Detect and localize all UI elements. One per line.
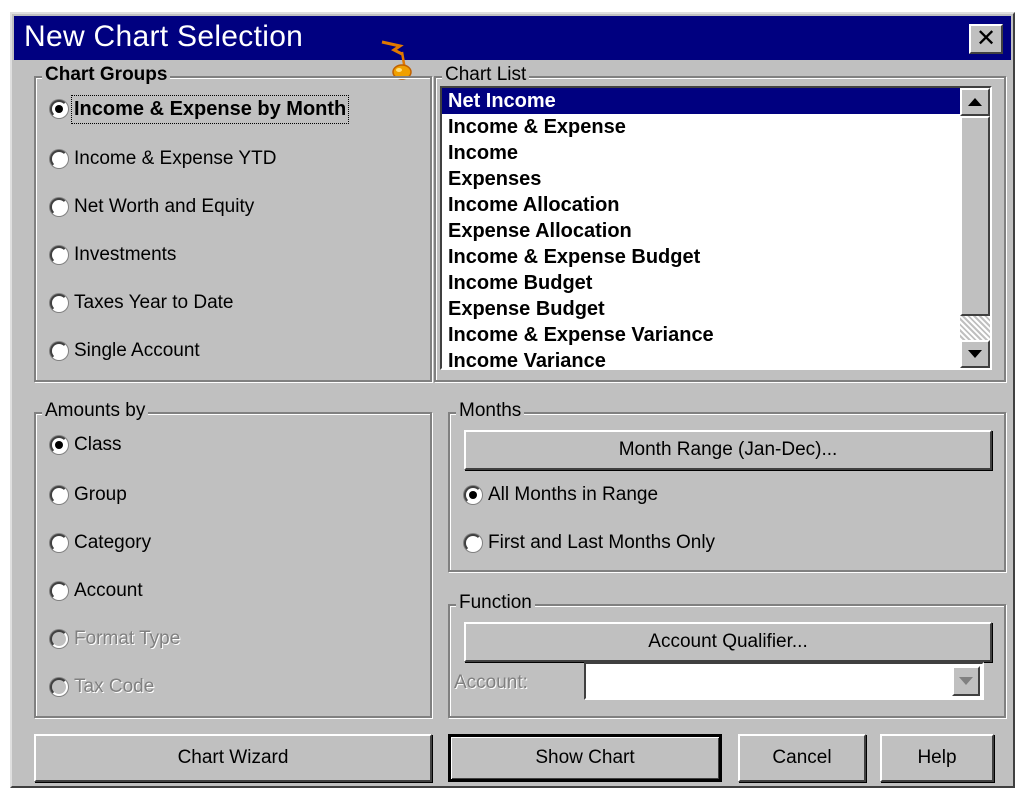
chart-groups-group: Chart Groups Income & Expense by Month I… [34, 64, 432, 382]
radio-net-worth-equity[interactable]: Net Worth and Equity [50, 192, 254, 222]
music-note-icon [381, 40, 412, 80]
scroll-track[interactable] [960, 316, 990, 340]
radio-label: Format Type [74, 628, 181, 649]
radio-label: Class [74, 434, 122, 455]
account-label: Account: [454, 672, 528, 693]
arrow-down-icon [968, 350, 982, 358]
radio-label: First and Last Months Only [488, 532, 716, 553]
account-combobox [584, 662, 984, 700]
radio-all-months-in-range[interactable]: All Months in Range [464, 480, 658, 510]
radio-income-expense-by-month[interactable]: Income & Expense by Month [50, 94, 350, 124]
list-scrollbar[interactable] [960, 88, 990, 368]
months-legend: Months [456, 400, 525, 422]
list-item[interactable]: Income Variance [442, 348, 990, 368]
list-item[interactable]: Expense Allocation [442, 218, 990, 244]
list-item[interactable]: Income & Expense Variance [442, 322, 990, 348]
radio-first-last-months[interactable]: First and Last Months Only [464, 528, 715, 558]
help-button[interactable]: Help [880, 734, 994, 782]
radio-icon [50, 198, 68, 216]
radio-account[interactable]: Account [50, 576, 143, 606]
radio-label: Account [74, 580, 143, 601]
radio-icon [50, 342, 68, 360]
list-item[interactable]: Income Allocation [442, 192, 990, 218]
radio-label: Tax Code [74, 676, 155, 697]
radio-icon [50, 534, 68, 552]
radio-label: Investments [74, 244, 177, 265]
radio-category[interactable]: Category [50, 528, 151, 558]
radio-single-account[interactable]: Single Account [50, 336, 200, 366]
chart-list-legend: Chart List [442, 64, 530, 86]
list-item[interactable]: Income [442, 140, 990, 166]
list-item[interactable]: Income & Expense Budget [442, 244, 990, 270]
window-title: New Chart Selection [24, 20, 304, 53]
radio-label: All Months in Range [488, 484, 659, 505]
show-chart-button[interactable]: Show Chart [448, 734, 722, 782]
radio-icon [464, 534, 482, 552]
list-item[interactable]: Income Budget [442, 270, 990, 296]
list-item[interactable]: Expenses [442, 166, 990, 192]
radio-icon [50, 486, 68, 504]
chevron-down-icon [959, 677, 973, 685]
radio-icon [50, 582, 68, 600]
radio-income-expense-ytd[interactable]: Income & Expense YTD [50, 144, 276, 174]
month-range-button[interactable]: Month Range (Jan-Dec)... [464, 430, 992, 470]
function-legend: Function [456, 592, 535, 614]
chart-groups-legend: Chart Groups [42, 64, 171, 86]
list-item[interactable]: Income & Expense [442, 114, 990, 140]
amounts-by-legend: Amounts by [42, 400, 149, 422]
radio-icon [50, 294, 68, 312]
scroll-thumb[interactable] [960, 116, 990, 316]
amounts-by-group: Amounts by Class Group Category Account … [34, 400, 432, 718]
scroll-up-button[interactable] [960, 88, 990, 116]
radio-label: Income & Expense by Month [70, 94, 350, 124]
radio-icon [50, 630, 68, 648]
radio-icon [50, 678, 68, 696]
radio-selected-icon [50, 436, 68, 454]
radio-label: Taxes Year to Date [74, 292, 234, 313]
list-item[interactable]: Expense Budget [442, 296, 990, 322]
radio-label: Category [74, 532, 152, 553]
chart-list-box[interactable]: Net Income Income & Expense Income Expen… [440, 86, 992, 370]
radio-label: Income & Expense YTD [74, 148, 277, 169]
radio-format-type: Format Type [50, 624, 180, 654]
radio-selected-icon [50, 100, 68, 118]
radio-taxes-ytd[interactable]: Taxes Year to Date [50, 288, 234, 318]
radio-icon [50, 246, 68, 264]
title-bar[interactable]: New Chart Selection ✕ [14, 16, 1011, 60]
scroll-down-button[interactable] [960, 340, 990, 368]
radio-label: Single Account [74, 340, 200, 361]
radio-label: Net Worth and Equity [74, 196, 255, 217]
chart-wizard-button[interactable]: Chart Wizard [34, 734, 432, 782]
arrow-up-icon [968, 98, 982, 106]
radio-investments[interactable]: Investments [50, 240, 176, 270]
account-qualifier-button[interactable]: Account Qualifier... [464, 622, 992, 662]
account-dropdown-button [952, 666, 980, 696]
cancel-button[interactable]: Cancel [738, 734, 866, 782]
close-button[interactable]: ✕ [969, 24, 1003, 54]
radio-label: Group [74, 484, 127, 505]
radio-tax-code: Tax Code [50, 672, 154, 702]
radio-class[interactable]: Class [50, 430, 122, 460]
radio-selected-icon [464, 486, 482, 504]
radio-icon [50, 150, 68, 168]
radio-group[interactable]: Group [50, 480, 127, 510]
list-item[interactable]: Net Income [442, 88, 990, 114]
